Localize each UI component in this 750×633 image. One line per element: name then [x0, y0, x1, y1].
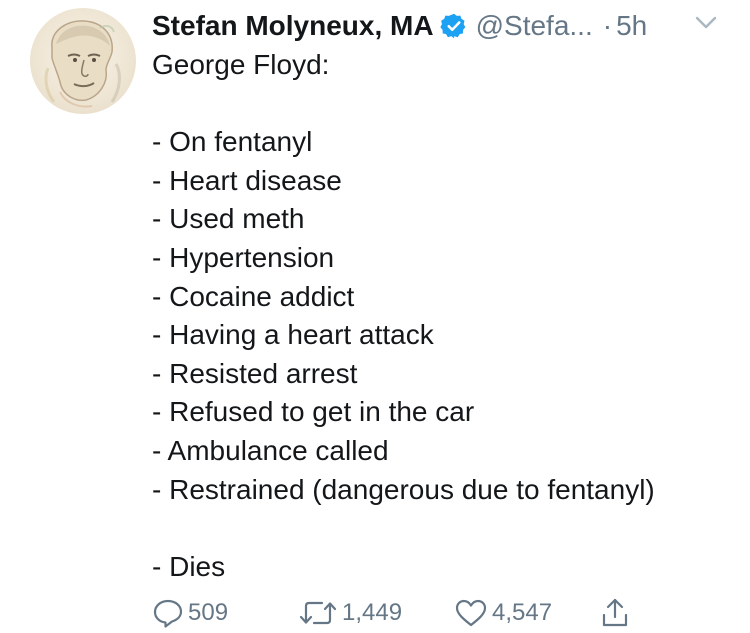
tweet-line-title: George Floyd: [152, 49, 330, 80]
author-name[interactable]: Stefan Molyneux, MA [152, 10, 434, 42]
tweet-line-item: - Cocaine addict [152, 280, 355, 312]
author-handle[interactable]: @Stefa... [476, 10, 593, 42]
retweet-button[interactable]: 1,449 [298, 596, 402, 630]
reply-button[interactable]: 509 [152, 596, 228, 630]
tweet-line-item: - Having a heart attack [152, 319, 434, 351]
avatar-portrait-icon [44, 20, 121, 108]
tweet-card[interactable]: Stefan Molyneux, MA @Stefa... · 5h Georg… [0, 0, 750, 633]
tweet-body: George Floyd: - On fentanyl - Heart dise… [152, 46, 732, 586]
tweet-line-item: - Resisted arrest [152, 357, 358, 389]
reply-icon [153, 599, 183, 628]
tweet-line-item: - Restrained (dangerous due to fentanyl) [152, 473, 655, 505]
like-count: 4,547 [492, 599, 553, 626]
like-button[interactable]: 4,547 [454, 596, 552, 630]
tweet-line-item: - Used meth [152, 203, 305, 235]
avatar[interactable] [30, 8, 136, 114]
tweet-header: Stefan Molyneux, MA @Stefa... · 5h [152, 6, 647, 46]
verified-badge-icon [439, 13, 465, 39]
tweet-actions: 509 1,449 4,547 [152, 596, 652, 630]
chevron-down-icon[interactable] [694, 14, 718, 32]
tweet-line-item: - On fentanyl [152, 126, 313, 158]
tweet-line-item: - Ambulance called [152, 434, 389, 466]
separator-dot: · [602, 10, 613, 41]
retweet-icon [299, 601, 337, 625]
reply-count: 509 [188, 599, 229, 626]
share-button[interactable] [600, 596, 630, 630]
tweet-line-item: - Dies [152, 550, 226, 582]
retweet-count: 1,449 [342, 599, 403, 626]
tweet-line-item: - Heart disease [152, 164, 342, 196]
share-icon [602, 598, 628, 627]
heart-icon [455, 599, 487, 627]
tweet-line-item: - Refused to get in the car [152, 396, 475, 428]
tweet-line-item: - Hypertension [152, 241, 335, 273]
tweet-timestamp[interactable]: 5h [616, 10, 647, 42]
